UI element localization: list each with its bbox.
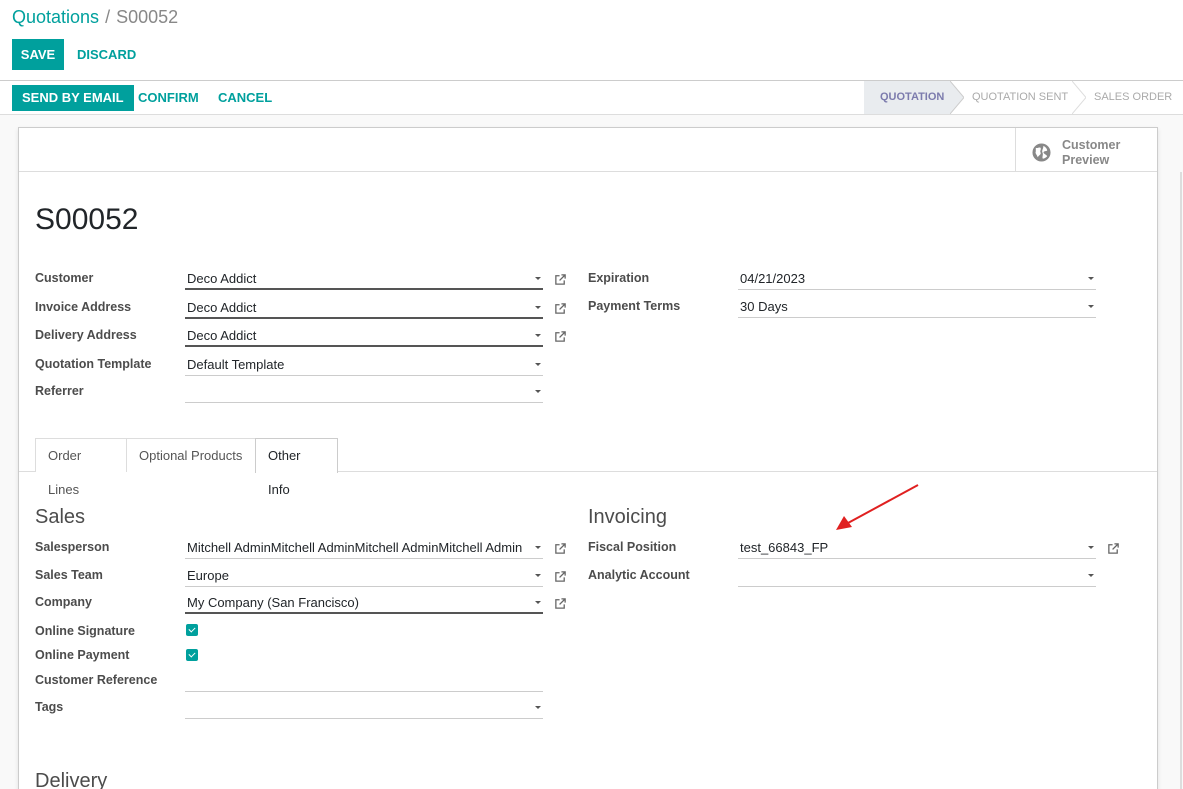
dropdown-caret-icon[interactable] — [535, 277, 541, 280]
tab-other-info[interactable]: Other Info — [255, 438, 338, 497]
salesperson-value: Mitchell AdminMitchell AdminMitchell Adm… — [187, 540, 523, 555]
fiscal-position-value: test_66843_FP — [740, 540, 829, 555]
dropdown-caret-icon[interactable] — [1088, 574, 1094, 577]
dropdown-caret-icon[interactable] — [535, 306, 541, 309]
customer-preview-line2: Preview — [1062, 153, 1110, 167]
salesperson-field[interactable]: Mitchell AdminMitchell AdminMitchell Adm… — [185, 536, 543, 559]
salesperson-label: Salesperson — [35, 540, 110, 554]
sales-heading: Sales — [35, 506, 86, 528]
external-link-icon[interactable] — [554, 330, 567, 343]
customer-field[interactable]: Deco Addict — [185, 267, 543, 290]
expiration-label: Expiration — [588, 271, 650, 285]
referrer-label: Referrer — [35, 384, 84, 398]
customer-preview-label: Customer Preview — [1062, 138, 1142, 168]
cancel-button[interactable]: CANCEL — [218, 85, 272, 111]
external-link-icon[interactable] — [554, 542, 567, 555]
tags-label: Tags — [35, 700, 64, 714]
tags-field[interactable] — [185, 696, 543, 719]
dropdown-caret-icon[interactable] — [535, 574, 541, 577]
customer-preview-line1: Customer — [1062, 138, 1121, 152]
annotation-arrow-icon — [836, 484, 919, 530]
delivery-heading: Delivery — [35, 770, 108, 789]
breadcrumb-quotations-link[interactable]: Quotations — [12, 7, 99, 27]
dropdown-caret-icon[interactable] — [1088, 305, 1094, 308]
analytic-account-label: Analytic Account — [588, 568, 690, 582]
scrollbar-track[interactable] — [1180, 172, 1182, 789]
fiscal-position-field[interactable]: test_66843_FP — [738, 536, 1096, 559]
fiscal-position-label: Fiscal Position — [588, 540, 677, 554]
breadcrumb-current: S00052 — [116, 7, 179, 27]
dropdown-caret-icon[interactable] — [535, 706, 541, 709]
record-title: S00052 — [35, 203, 139, 236]
dropdown-caret-icon[interactable] — [535, 363, 541, 366]
quotation-template-field[interactable]: Default Template — [185, 353, 543, 376]
quotation-template-label: Quotation Template — [35, 357, 152, 371]
dropdown-caret-icon[interactable] — [535, 390, 541, 393]
send-by-email-button[interactable]: SEND BY EMAIL — [12, 85, 134, 111]
online-payment-label: Online Payment — [35, 648, 130, 662]
sales-team-label: Sales Team — [35, 568, 103, 582]
tab-order-lines[interactable]: Order Lines — [35, 438, 127, 497]
invoice-address-label: Invoice Address — [35, 300, 132, 314]
tab-optional-products[interactable]: Optional Products — [126, 438, 256, 472]
expiration-field[interactable]: 04/21/2023 — [738, 267, 1096, 290]
dropdown-caret-icon[interactable] — [535, 334, 541, 337]
dropdown-caret-icon[interactable] — [535, 546, 541, 549]
online-signature-label: Online Signature — [35, 624, 136, 638]
confirm-button[interactable]: CONFIRM — [138, 85, 199, 111]
save-button[interactable]: SAVE — [12, 39, 64, 70]
online-payment-checkbox[interactable] — [186, 649, 198, 661]
sales-team-field[interactable]: Europe — [185, 564, 543, 587]
breadcrumb: Quotations / S00052 — [12, 7, 178, 28]
stage-sales-order[interactable]: SALES ORDER — [1078, 81, 1183, 114]
globe-icon — [1032, 143, 1051, 162]
payment-terms-value: 30 Days — [740, 299, 788, 314]
external-link-icon[interactable] — [1107, 542, 1120, 555]
expiration-value: 04/21/2023 — [740, 271, 806, 286]
online-signature-checkbox[interactable] — [186, 624, 198, 636]
breadcrumb-separator: / — [105, 7, 111, 27]
customer-label: Customer — [35, 271, 94, 285]
delivery-address-label: Delivery Address — [35, 328, 137, 342]
discard-button[interactable]: DISCARD — [77, 39, 136, 70]
customer-preview-button[interactable]: Customer Preview — [1015, 128, 1157, 172]
delivery-address-field[interactable]: Deco Addict — [185, 324, 543, 347]
customer-value: Deco Addict — [187, 271, 257, 286]
payment-terms-label: Payment Terms — [588, 299, 681, 313]
customer-reference-input[interactable] — [185, 669, 543, 692]
quotation-template-value: Default Template — [187, 357, 285, 372]
dropdown-caret-icon[interactable] — [1088, 277, 1094, 280]
invoice-address-value: Deco Addict — [187, 300, 257, 315]
stage-quotation[interactable]: QUOTATION — [864, 81, 950, 114]
sales-team-value: Europe — [187, 568, 229, 583]
company-value: My Company (San Francisco) — [187, 595, 359, 610]
customer-reference-label: Customer Reference — [35, 673, 158, 687]
external-link-icon[interactable] — [554, 273, 567, 286]
button-box: Customer Preview — [19, 128, 1157, 172]
invoicing-heading: Invoicing — [588, 506, 667, 528]
external-link-icon[interactable] — [554, 570, 567, 583]
company-field[interactable]: My Company (San Francisco) — [185, 591, 543, 614]
form-sheet: Customer Preview S00052 Customer Deco Ad… — [18, 127, 1158, 789]
external-link-icon[interactable] — [554, 597, 567, 610]
external-link-icon[interactable] — [554, 302, 567, 315]
company-label: Company — [35, 595, 92, 609]
referrer-field[interactable] — [185, 380, 543, 403]
stage-quotation-sent[interactable]: QUOTATION SENT — [956, 81, 1072, 114]
statusbar: SEND BY EMAIL CONFIRM CANCEL QUOTATION Q… — [0, 80, 1183, 115]
delivery-address-value: Deco Addict — [187, 328, 257, 343]
payment-terms-field[interactable]: 30 Days — [738, 295, 1096, 318]
dropdown-caret-icon[interactable] — [535, 601, 541, 604]
analytic-account-field[interactable] — [738, 564, 1096, 587]
invoice-address-field[interactable]: Deco Addict — [185, 296, 543, 319]
dropdown-caret-icon[interactable] — [1088, 546, 1094, 549]
